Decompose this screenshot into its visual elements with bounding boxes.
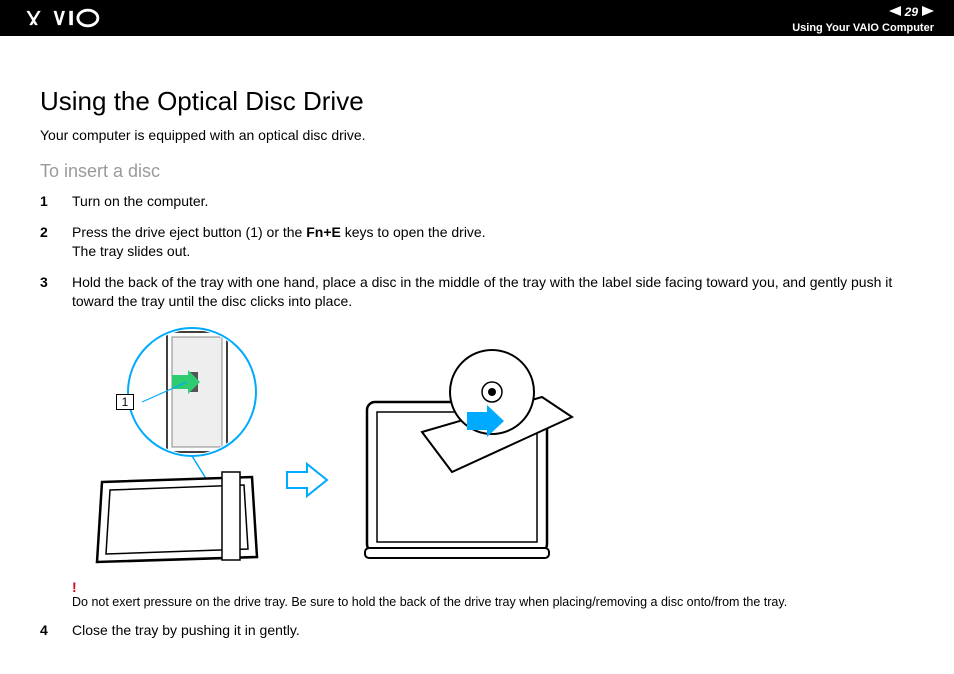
- next-page-arrow-icon[interactable]: [922, 3, 934, 21]
- section-name: Using Your VAIO Computer: [792, 22, 934, 34]
- step-3: 3 Hold the back of the tray with one han…: [40, 273, 914, 311]
- header-bar: 29 Using Your VAIO Computer: [0, 0, 954, 36]
- page-nav: 29: [889, 3, 934, 21]
- step-number: 1: [40, 192, 72, 211]
- step-text: Close the tray by pushing it in gently.: [72, 621, 914, 640]
- callout-label: 1: [116, 394, 134, 410]
- step-number: 2: [40, 223, 72, 261]
- arrow-right-icon: [287, 464, 327, 496]
- step-number: 4: [40, 621, 72, 640]
- step-number: 3: [40, 273, 72, 311]
- disc-drive-illustration: [72, 322, 622, 572]
- step-text-part: keys to open the drive.: [341, 224, 486, 240]
- page-content: Using the Optical Disc Drive Your comput…: [0, 36, 954, 640]
- step-text: Turn on the computer.: [72, 192, 914, 211]
- subheading: To insert a disc: [40, 161, 914, 182]
- step-2: 2 Press the drive eject button (1) or th…: [40, 223, 914, 261]
- step-text-line2: The tray slides out.: [72, 243, 190, 259]
- instruction-figure: 1: [72, 322, 914, 572]
- step-4: 4 Close the tray by pushing it in gently…: [40, 621, 914, 640]
- intro-text: Your computer is equipped with an optica…: [40, 127, 914, 143]
- key-combo: Fn+E: [306, 224, 341, 240]
- step-text: Press the drive eject button (1) or the …: [72, 223, 914, 261]
- warning-text: Do not exert pressure on the drive tray.…: [72, 594, 914, 610]
- vaio-logo: [20, 0, 130, 36]
- step-text: Hold the back of the tray with one hand,…: [72, 273, 914, 311]
- prev-page-arrow-icon[interactable]: [889, 3, 901, 21]
- warning-block: ! Do not exert pressure on the drive tra…: [72, 580, 914, 610]
- step-text-part: Press the drive eject button (1) or the: [72, 224, 306, 240]
- warning-icon: !: [72, 580, 914, 594]
- header-right: 29 Using Your VAIO Computer: [792, 0, 934, 36]
- page-number: 29: [905, 5, 918, 19]
- page-title: Using the Optical Disc Drive: [40, 86, 914, 117]
- step-1: 1 Turn on the computer.: [40, 192, 914, 211]
